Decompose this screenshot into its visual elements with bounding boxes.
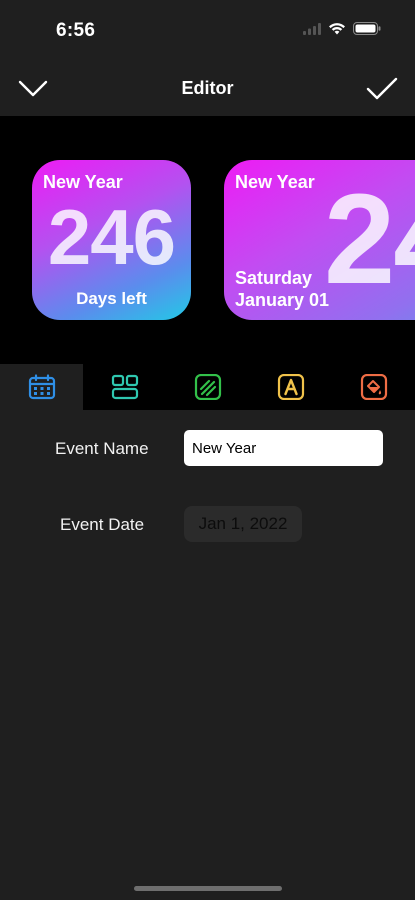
tab-layout[interactable]: [83, 364, 166, 410]
tab-text[interactable]: [249, 364, 332, 410]
event-name-label: Event Name: [55, 439, 149, 458]
widget-weekday: Saturday: [235, 268, 313, 288]
paint-bucket-icon: [360, 374, 387, 400]
text-format-icon: [277, 374, 304, 400]
widget-days-count: 246: [47, 193, 176, 281]
pattern-icon: [194, 374, 221, 400]
wifi-icon: [328, 22, 346, 40]
editor-screen: 6:56 Editor New Year 246 Days left New Y…: [0, 0, 415, 900]
layout-icon: [111, 374, 138, 400]
cellular-signal-icon: [303, 22, 321, 40]
editor-header: Editor: [0, 60, 415, 116]
confirm-button[interactable]: [365, 74, 399, 104]
small-widget-preview[interactable]: New Year 246 Days left: [32, 160, 191, 320]
widget-days-count: 246: [324, 168, 415, 311]
home-indicator: [134, 886, 282, 891]
tab-event[interactable]: [0, 364, 83, 410]
widget-days-left-label: Days left: [76, 289, 147, 308]
status-bar: 6:56: [0, 0, 415, 60]
widget-event-title: New Year: [235, 172, 315, 192]
widget-preview-strip[interactable]: New Year 246 Days left New Year 246 Satu…: [0, 116, 415, 364]
event-name-row: Event Name: [0, 430, 415, 466]
editor-tab-bar: [0, 364, 415, 410]
tab-color[interactable]: [332, 364, 415, 410]
event-date-label: Event Date: [60, 515, 145, 534]
widget-date: January 01: [235, 290, 330, 310]
checkmark-icon: [366, 77, 398, 100]
tab-background[interactable]: [166, 364, 249, 410]
status-icons: [303, 22, 381, 40]
page-title: Editor: [181, 78, 234, 98]
event-date-row: Event Date Jan 1, 2022: [0, 506, 415, 542]
status-time: 6:56: [56, 20, 96, 41]
widget-event-title: New Year: [43, 172, 123, 192]
event-name-input[interactable]: [184, 430, 383, 466]
event-date-picker[interactable]: Jan 1, 2022: [184, 506, 302, 542]
battery-icon: [353, 22, 381, 40]
calendar-icon: [28, 374, 55, 400]
event-date-value: Jan 1, 2022: [198, 514, 288, 533]
medium-widget-preview[interactable]: New Year 246 Saturday January 01: [224, 160, 415, 320]
